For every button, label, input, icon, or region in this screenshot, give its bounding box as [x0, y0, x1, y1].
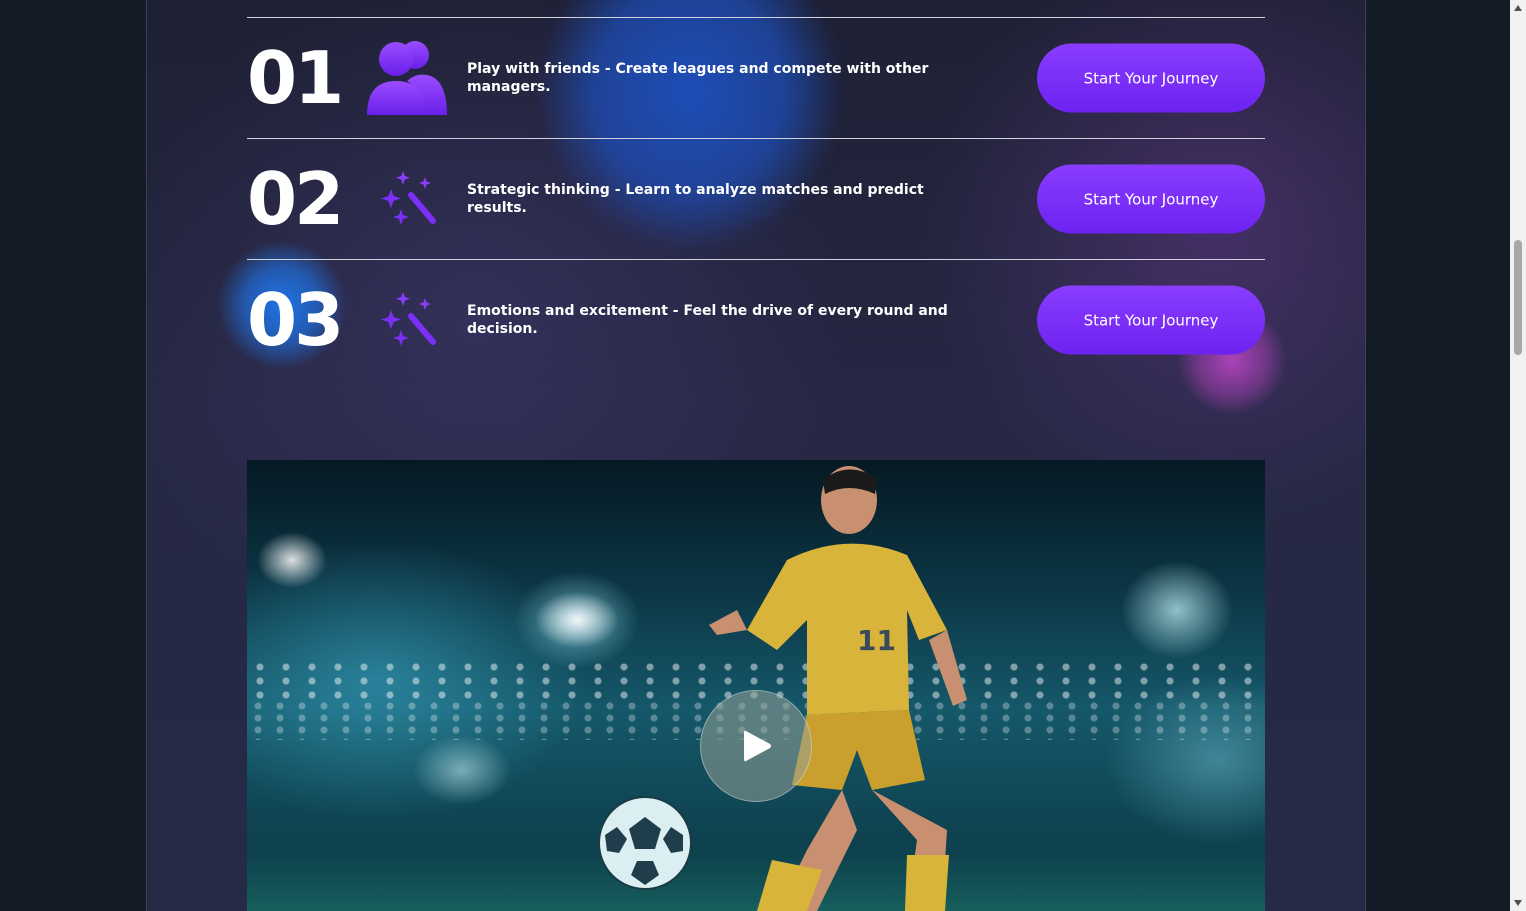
feature-number: 03 [247, 278, 344, 362]
users-icon [367, 38, 447, 118]
start-journey-button[interactable]: Start Your Journey [1037, 164, 1265, 234]
play-icon [744, 730, 771, 762]
scroll-thumb[interactable] [1514, 240, 1522, 355]
feature-number: 02 [247, 157, 344, 241]
magic-wand-icon [367, 159, 447, 239]
scroll-down-arrow-icon[interactable] [1510, 895, 1526, 911]
football-ball [598, 796, 692, 890]
start-journey-button[interactable]: Start Your Journey [1037, 285, 1265, 355]
scroll-up-arrow-icon[interactable] [1510, 0, 1526, 16]
feature-text: Play with friends - Create leagues and c… [467, 61, 929, 95]
play-button[interactable] [700, 690, 812, 802]
feature-text: Emotions and excitement - Feel the drive… [467, 303, 948, 337]
jersey-number: 11 [857, 624, 896, 657]
feature-number: 01 [247, 36, 344, 120]
feature-text: Strategic thinking - Learn to analyze ma… [467, 182, 924, 216]
main-container: 01 Play with friends - Create leagues an… [146, 0, 1366, 911]
feature-row: 01 Play with friends - Create leagues an… [247, 18, 1265, 138]
scrollbar[interactable] [1510, 0, 1526, 911]
video-thumbnail[interactable]: 11 [247, 460, 1265, 911]
feature-row: 03 Emotions and excitement - Feel the dr… [247, 260, 1265, 380]
feature-row: 02 Strategic thinking - Learn to analyze… [247, 139, 1265, 259]
start-journey-button[interactable]: Start Your Journey [1037, 43, 1265, 113]
magic-wand-icon [367, 280, 447, 360]
football-player: 11 [709, 466, 967, 911]
